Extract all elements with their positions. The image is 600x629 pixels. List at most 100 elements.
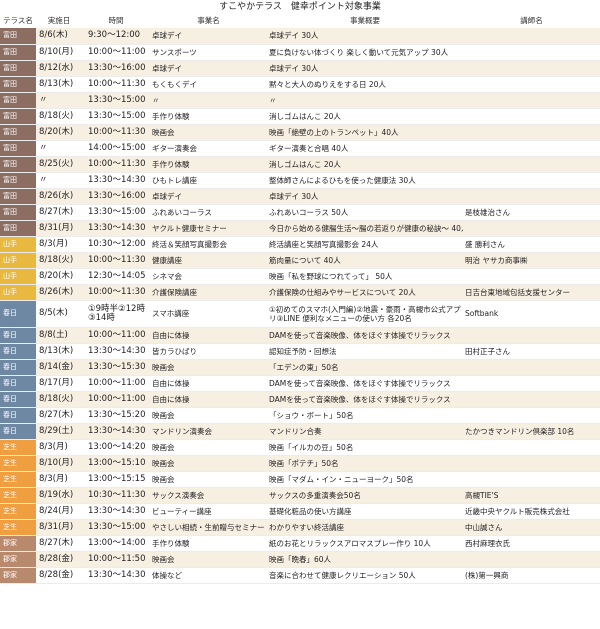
time-cell: 13:30～14:30: [82, 503, 150, 520]
instructor-cell: [463, 391, 600, 408]
terrace-cell: 春日: [0, 300, 36, 328]
date-cell: 8/10(月): [36, 455, 82, 472]
summary-cell: 今日から始める健腸生活～腸の若返りが健康の秘訣～ 40人: [267, 220, 463, 237]
date-cell: 8/20(木): [36, 124, 82, 141]
event-cell: 卓球デイ: [150, 28, 267, 45]
event-cell: 卓球デイ: [150, 60, 267, 77]
table-row: 芝生 8/10(月) 13:00～15:10 映画会 映画「ポテチ」50名: [0, 455, 600, 472]
time-cell: 13:30～15:00: [82, 108, 150, 125]
summary-cell: 音楽に合わせて健康レクリエーション 50人: [267, 567, 463, 584]
header-event: 事業名: [197, 16, 220, 25]
summary-cell: DAMを使って音楽映像、体をほぐす体操でリラックス: [267, 391, 463, 408]
date-cell: 8/31(月): [36, 519, 82, 536]
time-cell: 13:30～15:30: [82, 359, 150, 376]
date-cell: 8/27(木): [36, 204, 82, 221]
event-cell: ヤクルト健康セミナー: [150, 220, 267, 237]
instructor-cell: 近畿中央ヤクルト販売株式会社: [463, 503, 600, 520]
event-cell: 映画会: [150, 407, 267, 424]
summary-cell: 映画「ポテチ」50名: [267, 455, 463, 472]
summary-cell: 「ショウ・ボート」50名: [267, 407, 463, 424]
table-row: 春日 8/27(木) 13:30～15:20 映画会 「ショウ・ボート」50名: [0, 407, 600, 424]
summary-cell: 映画「絶壁の上のトランペット」40人: [267, 124, 463, 141]
summary-cell: 整体師さんによるひもを使った健康法 30人: [267, 172, 463, 189]
event-cell: 終活＆笑顔写真撮影会: [150, 236, 267, 253]
instructor-cell: [463, 140, 600, 157]
time-cell: 13:30～15:00: [82, 92, 150, 109]
time-cell: 13:00～14:00: [82, 535, 150, 552]
summary-cell: 黙々と大人のぬりえをする日 20人: [267, 76, 463, 93]
instructor-cell: [463, 44, 600, 61]
instructor-cell: [463, 108, 600, 125]
instructor-cell: [463, 327, 600, 344]
table-row: 芝生 8/24(月) 13:30～14:30 ビューティー講座 基礎化粧品の使い方講座近…: [0, 503, 600, 520]
terrace-cell: 富田: [0, 156, 36, 173]
date-cell: 8/6(木): [36, 28, 82, 45]
header-time: 時間: [108, 16, 124, 25]
terrace-cell: 春日: [0, 359, 36, 376]
table-row: 春日 8/29(土) 13:30～14:30 マンドリン演奏会 マンドリン合奏 たかつきマ…: [0, 423, 600, 440]
instructor-cell: 明治 ヤサカ商事㈱: [463, 252, 600, 269]
terrace-cell: 富田: [0, 220, 36, 237]
summary-cell: 〃: [267, 92, 463, 109]
summary-cell: サックスの多重演奏会50名: [267, 487, 463, 504]
summary-cell: 映画「私を野球につれてって」 50人: [267, 268, 463, 285]
terrace-cell: 富田: [0, 92, 36, 109]
table-row: 郡家 8/28(金) 10:00～11:50 映画会 映画「晩春」60人: [0, 551, 600, 568]
terrace-cell: 郡家: [0, 535, 36, 552]
date-cell: 8/8(土): [36, 327, 82, 344]
event-cell: ひもトレ講座: [150, 172, 267, 189]
terrace-cell: 芝生: [0, 487, 36, 504]
table-row: 郡家 8/28(金) 13:30～14:30 体操など 音楽に合わせて健康レクリエーショ…: [0, 567, 600, 584]
time-cell: 10:00～11:00: [82, 327, 150, 344]
summary-cell: 卓球デイ 30人: [267, 60, 463, 77]
event-cell: スマホ講座: [150, 300, 267, 328]
event-cell: ふれあいコーラス: [150, 204, 267, 221]
instructor-cell: 西村麻理衣氏: [463, 535, 600, 552]
event-cell: 映画会: [150, 551, 267, 568]
table-row: 春日 8/17(月) 10:00～11:00 自由に体操 DAMを使って音楽映像、体をほ…: [0, 375, 600, 392]
instructor-cell: [463, 375, 600, 392]
terrace-cell: 郡家: [0, 567, 36, 584]
summary-cell: 基礎化粧品の使い方講座: [267, 503, 463, 520]
date-cell: 8/31(月): [36, 220, 82, 237]
instructor-cell: [463, 76, 600, 93]
terrace-cell: 山手: [0, 252, 36, 269]
event-cell: 健康講座: [150, 252, 267, 269]
instructor-cell: [463, 92, 600, 109]
time-cell: 10:00～11:00: [82, 44, 150, 61]
time-cell: 12:30～14:05: [82, 268, 150, 285]
summary-cell: ギター演奏と合唱 40人: [267, 140, 463, 157]
table-row: 富田〃 13:30～15:00 〃〃: [0, 92, 600, 109]
date-cell: 8/29(土): [36, 423, 82, 440]
date-cell: 8/13(木): [36, 343, 82, 360]
time-cell: 10:00～11:00: [82, 391, 150, 408]
instructor-cell: [463, 156, 600, 173]
date-cell: 〃: [36, 92, 82, 109]
instructor-cell: [463, 28, 600, 45]
date-cell: 8/10(月): [36, 44, 82, 61]
page-title: すこやかテラス 健幸ポイント対象事業: [219, 2, 381, 12]
summary-cell: 夏に負けない体づくり 楽しく動いて元気アップ 30人: [267, 44, 463, 61]
table-header-row: テラス名 実施日 時間 事業名 事業概要 講師名: [0, 13, 600, 28]
instructor-cell: [463, 124, 600, 141]
instructor-cell: [463, 220, 600, 237]
event-cell: ギター演奏会: [150, 140, 267, 157]
terrace-cell: 山手: [0, 236, 36, 253]
date-cell: 8/28(金): [36, 567, 82, 584]
time-cell: 10:00～11:30: [82, 252, 150, 269]
summary-cell: DAMを使って音楽映像、体をほぐす体操でリラックス: [267, 375, 463, 392]
terrace-cell: 春日: [0, 391, 36, 408]
terrace-cell: 富田: [0, 60, 36, 77]
header-terrace: テラス名: [3, 16, 33, 25]
terrace-cell: 富田: [0, 172, 36, 189]
schedule-table: テラス名 実施日 時間 事業名 事業概要 講師名 富田 8/6(木) 9:30～12…: [0, 13, 600, 584]
instructor-cell: [463, 407, 600, 424]
terrace-cell: 富田: [0, 204, 36, 221]
event-cell: やさしい相続・生前贈与セミナー: [150, 519, 267, 536]
instructor-cell: [463, 188, 600, 205]
terrace-cell: 春日: [0, 327, 36, 344]
summary-cell: 映画「マダム・イン・ニューヨーク」50名: [267, 471, 463, 488]
instructor-cell: 田村正子さん: [463, 343, 600, 360]
table-row: 郡家 8/27(木) 13:00～14:00 手作り体験 紙のお花とリラックスアロマスプ…: [0, 535, 600, 552]
summary-cell: 終活講座と笑顔写真撮影会 24人: [267, 236, 463, 253]
